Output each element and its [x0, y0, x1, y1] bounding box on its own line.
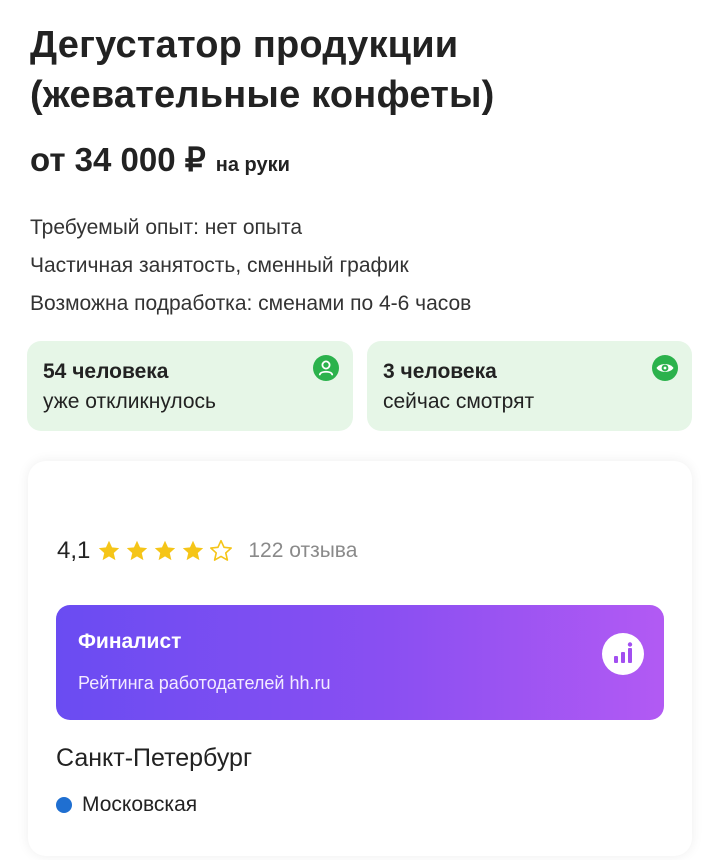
reviews-link[interactable]: 122 отзыва: [248, 539, 357, 563]
viewers-count: 3 человека: [383, 360, 497, 383]
experience-text: Требуемый опыт: нет опыта: [30, 216, 303, 239]
salary-amount: от 34 000 ₽: [30, 141, 206, 178]
employer-city: Санкт-Петербург: [56, 744, 253, 772]
metro-name: Московская: [82, 793, 198, 816]
employer-rating[interactable]: 4,1 122 отзыва: [57, 537, 357, 565]
viewers-label: сейчас смотрят: [383, 390, 535, 413]
responses-count: 54 человека: [43, 360, 169, 383]
side-job-text: Возможна подработка: сменами по 4-6 часо…: [30, 292, 472, 315]
star-filled-icon: [155, 540, 176, 561]
rating-chart-icon: [602, 633, 644, 675]
responses-card: 54 человека уже откликнулось: [27, 341, 353, 431]
star-empty-icon: [210, 539, 233, 561]
person-icon: [313, 355, 339, 381]
finalist-title: Финалист: [78, 630, 182, 653]
metro-line-dot-icon: [56, 797, 72, 813]
vacancy-details: Требуемый опыт: нет опыта Частичная заня…: [30, 209, 471, 323]
salary: от 34 000 ₽ на руки: [30, 140, 290, 179]
employer-card: 4,1 122 отзыва Финалист Рейтинга работод…: [28, 461, 692, 856]
star-filled-icon: [99, 540, 120, 561]
employment-text: Частичная занятость, сменный график: [30, 254, 409, 277]
vacancy-title: Дегустатор продукции (жевательные конфет…: [30, 24, 495, 116]
rating-stars: [96, 538, 236, 564]
finalist-subtitle: Рейтинга работодателей hh.ru: [78, 673, 331, 693]
eye-icon: [652, 355, 678, 381]
star-filled-icon: [183, 540, 204, 561]
finalist-banner[interactable]: Финалист Рейтинга работодателей hh.ru: [56, 605, 664, 720]
metro-station: Московская: [56, 793, 197, 817]
viewers-card: 3 человека сейчас смотрят: [367, 341, 692, 431]
rating-score: 4,1: [57, 537, 91, 564]
responses-label: уже откликнулось: [43, 390, 216, 413]
salary-note: на руки: [215, 154, 290, 176]
star-filled-icon: [127, 540, 148, 561]
